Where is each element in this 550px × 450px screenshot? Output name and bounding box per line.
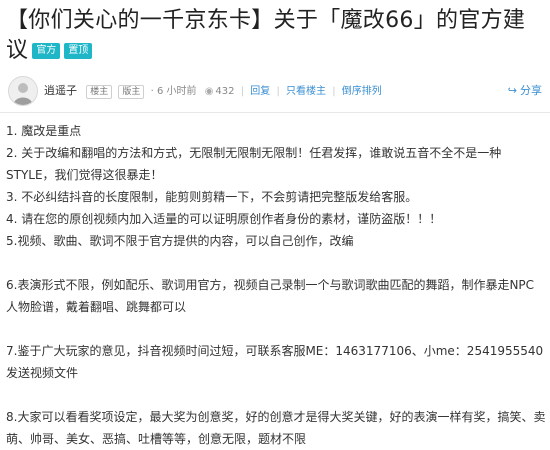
rule-1: 1. 魔改是重点 (6, 124, 82, 138)
share-icon: ↪ (507, 84, 517, 97)
post-meta: 逍遥子 楼主 版主 · 6 小时前 ◉ 432 | 回复 | 只看楼主 | 倒序排… (4, 74, 546, 110)
rule-5: 5.视频、歌曲、歌词不限于官方提供的内容，可以自己创作，改编 (6, 234, 354, 248)
header-divider (0, 112, 550, 113)
official-badge: 官方 (32, 43, 61, 59)
divider-bar: | (276, 86, 280, 97)
rule-4: 4. 请在您的原创视频内加入适量的可以证明原创作者身份的素材，谨防盗版！！！ (6, 212, 442, 226)
divider-bar: | (240, 86, 245, 97)
share-label: 分享 (520, 84, 542, 97)
author-avatar[interactable] (8, 76, 38, 106)
pinned-badge: 置顶 (64, 43, 93, 59)
author-tag-op: 楼主 (86, 85, 113, 99)
avatar-image (9, 77, 37, 105)
reply-link[interactable]: 回复 (250, 86, 270, 97)
share-button[interactable]: ↪ 分享 (508, 84, 542, 98)
view-count: 432 (215, 86, 235, 97)
rule-2: 2. 关于改编和翻唱的方法和方式，无限制无限制无限制！任君发挥，谁敢说五音不全不… (6, 146, 502, 182)
rule-8: 8.大家可以看看奖项设定，最大奖为创意奖，好的创意才是得大奖关键，好的表演一样有… (6, 410, 546, 446)
divider-bar: | (332, 86, 336, 97)
rule-7: 7.鉴于广大玩家的意见，抖音视频时间过短，可联系客服ME：1463177106、… (6, 344, 544, 380)
post-time: · 6 小时前 (150, 86, 197, 97)
reverse-order-link[interactable]: 倒序排列 (342, 86, 382, 97)
rule-3: 3. 不必纠结抖音的长度限制，能剪则剪精一下，不会剪请把完整版发给客服。 (6, 190, 418, 204)
post-content: 1. 魔改是重点 2. 关于改编和翻唱的方法和方式，无限制无限制无限制！任君发挥… (6, 120, 546, 450)
author-name[interactable]: 逍遥子 (44, 84, 77, 97)
author-tag-mod: 版主 (118, 85, 145, 99)
eye-icon: ◉ (204, 86, 214, 97)
rule-6: 6.表演形式不限，例如配乐、歌词用官方，视频自己录制一个与歌词歌曲匹配的舞蹈，制… (6, 278, 535, 314)
post-title: 【你们关心的一千京东卡】关于「魔改66」的官方建议 官方 置顶 (6, 6, 541, 66)
meta-row: 逍遥子 楼主 版主 · 6 小时前 ◉ 432 | 回复 | 只看楼主 | 倒序排… (44, 84, 382, 99)
only-author-link[interactable]: 只看楼主 (286, 86, 326, 97)
